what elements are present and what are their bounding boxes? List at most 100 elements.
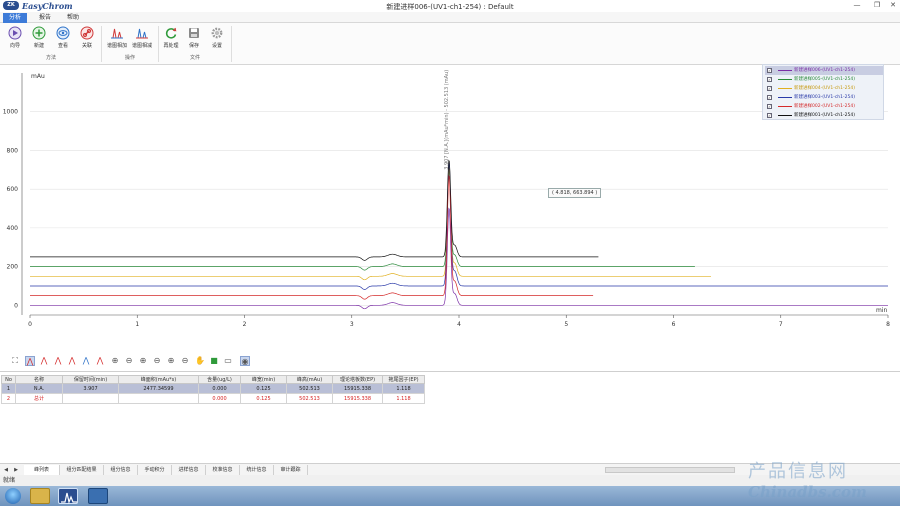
tab-report[interactable]: 报告: [33, 13, 57, 23]
tab-injection-info[interactable]: 进样信息: [172, 465, 206, 475]
new-label: 新建: [33, 43, 44, 49]
spectrum-add-button[interactable]: 谱图相加: [106, 26, 128, 54]
column-header[interactable]: 理论塔板数(EP): [332, 375, 383, 384]
table-cell: [118, 393, 199, 404]
tab-audit-trail[interactable]: 审计跟踪: [274, 465, 308, 475]
zoom-out-x-icon[interactable]: ⊖: [152, 356, 162, 366]
close-button[interactable]: ✕: [888, 1, 898, 10]
checkbox[interactable]: ✓: [767, 104, 772, 109]
peak-split-icon[interactable]: ⋀: [53, 356, 63, 366]
cursor-icon[interactable]: ◉: [240, 356, 250, 366]
x-tick-label: 7: [779, 321, 783, 328]
reprocess-label: 再处理: [163, 43, 179, 49]
column-header[interactable]: 保留时间(min): [62, 375, 119, 384]
legend-item[interactable]: ✓ 新建进样002-(UV1-ch1-254): [765, 102, 883, 111]
tab-manual-integration[interactable]: 手动积分: [138, 465, 172, 475]
chromatogram-trace-2: [30, 169, 695, 271]
table-cell: 15915.338: [332, 383, 383, 394]
peak-add-icon[interactable]: ⋀: [39, 356, 49, 366]
legend-swatch: [778, 115, 792, 116]
legend-item[interactable]: ✓ 新建进样006-(UV1-ch1-254): [765, 66, 883, 75]
tab-calibration-info[interactable]: 校准信息: [206, 465, 240, 475]
spectrum-add-label: 谱图相加: [106, 43, 127, 49]
link-button[interactable]: 关联: [76, 26, 98, 54]
table-row[interactable]: 1 N.A. 3.907 2477.34599 0.000 0.125 502.…: [1, 383, 425, 394]
x-tick-label: 0: [28, 321, 32, 328]
gear-icon: [211, 27, 223, 39]
save-label: 保存: [188, 43, 199, 49]
tab-statistics-info[interactable]: 统计信息: [240, 465, 274, 475]
spectrum-subtract-button[interactable]: 谱图相减: [131, 26, 153, 54]
tab-help[interactable]: 帮助: [61, 13, 85, 23]
save-icon: [189, 28, 199, 38]
view-label: 查看: [57, 43, 68, 49]
save-button[interactable]: 保存: [183, 26, 205, 54]
tab-component-info[interactable]: 组分信息: [104, 465, 138, 475]
new-button[interactable]: 新建: [28, 26, 50, 54]
table-cell: 2: [1, 393, 16, 404]
baseline-icon[interactable]: ⋀: [81, 356, 91, 366]
checkbox[interactable]: ✓: [767, 113, 772, 118]
x-tick-label: 5: [564, 321, 568, 328]
checkbox[interactable]: ✓: [767, 68, 772, 73]
column-header[interactable]: 含量(ug/L): [198, 375, 241, 384]
peak-select-icon[interactable]: ⋀: [25, 356, 35, 366]
checkbox[interactable]: ✓: [767, 86, 772, 91]
legend-item[interactable]: ✓ 新建进样003-(UV1-ch1-254): [765, 93, 883, 102]
zoom-in-x-icon[interactable]: ⊕: [138, 356, 148, 366]
legend-item[interactable]: ✓ 新建进样001-(UV1-ch1-254): [765, 111, 883, 120]
table-cell: 502.513: [286, 393, 333, 404]
watermark-line-1: 产品信息网: [748, 461, 848, 482]
easychrom-taskbar-icon[interactable]: [58, 488, 78, 505]
file-explorer-icon[interactable]: [30, 488, 50, 504]
column-header[interactable]: No: [1, 375, 16, 384]
restore-button[interactable]: ❐: [872, 1, 882, 10]
reprocess-button[interactable]: 再处理: [160, 26, 182, 54]
ribbon-separator: [158, 26, 159, 62]
view-button[interactable]: 查看: [52, 26, 74, 54]
column-header[interactable]: 峰宽(min): [240, 375, 287, 384]
column-header[interactable]: 峰面积(mAu*s): [118, 375, 199, 384]
ruler-icon[interactable]: ▭: [223, 356, 233, 366]
column-header[interactable]: 拖尾因子(EP): [382, 375, 425, 384]
tab-analysis[interactable]: 分析: [3, 13, 27, 23]
zoom-in-y-icon[interactable]: ⊕: [166, 356, 176, 366]
table-row-total[interactable]: 2 总计 0.000 0.125 502.513 15915.338 1.118: [1, 393, 425, 404]
app-window-icon[interactable]: [88, 488, 108, 504]
tab-component-match[interactable]: 组分匹配结果: [60, 465, 104, 475]
y-tick-label: 800: [7, 147, 19, 154]
wizard-button[interactable]: 向导: [4, 26, 26, 54]
pan-hand-icon[interactable]: ✋: [195, 356, 205, 366]
column-header[interactable]: 名称: [15, 375, 63, 384]
peak-merge-icon[interactable]: ⋀: [67, 356, 77, 366]
legend-item[interactable]: ✓ 新建进样005-(UV1-ch1-254): [765, 75, 883, 84]
settings-button[interactable]: 设置: [206, 26, 228, 54]
zoom-in-icon[interactable]: ⊕: [110, 356, 120, 366]
tab-next-icon[interactable]: ▶: [12, 465, 20, 475]
legend-item[interactable]: ✓ 新建进样004-(UV1-ch1-254): [765, 84, 883, 93]
start-button-icon[interactable]: [5, 488, 21, 504]
table-cell: 总计: [15, 393, 63, 404]
chart-legend: ✓ 新建进样006-(UV1-ch1-254) ✓ 新建进样005-(UV1-ch1…: [762, 64, 884, 120]
checkbox[interactable]: ✓: [767, 95, 772, 100]
ribbon-separator: [101, 26, 102, 62]
zoom-out-y-icon[interactable]: ⊖: [180, 356, 190, 366]
watermark: 产品信息网 Chinadbs.com: [748, 457, 898, 505]
wizard-label: 向导: [9, 43, 20, 49]
color-icon[interactable]: ■: [209, 356, 219, 366]
zoom-out-icon[interactable]: ⊖: [124, 356, 134, 366]
peak-delete-icon[interactable]: ⋀: [95, 356, 105, 366]
status-text: 就绪: [3, 477, 16, 484]
minimize-button[interactable]: —: [852, 1, 862, 10]
fit-view-icon[interactable]: ⛶: [10, 356, 20, 366]
checkbox[interactable]: ✓: [767, 77, 772, 82]
window-title: 新建进样006-(UV1-ch1-254) : Default: [386, 3, 514, 11]
column-header[interactable]: 峰高(mAu): [286, 375, 333, 384]
y-tick-label: 200: [7, 264, 19, 271]
tab-prev-icon[interactable]: ◀: [2, 465, 10, 475]
tab-peak-list[interactable]: 峰列表: [24, 465, 60, 475]
menu-bar: 分析 报告 帮助: [0, 12, 900, 23]
table-header-row: No 名称 保留时间(min) 峰面积(mAu*s) 含量(ug/L) 峰宽(m…: [1, 375, 425, 384]
horizontal-scrollbar[interactable]: [605, 467, 735, 473]
ribbon-separator: [231, 26, 232, 62]
